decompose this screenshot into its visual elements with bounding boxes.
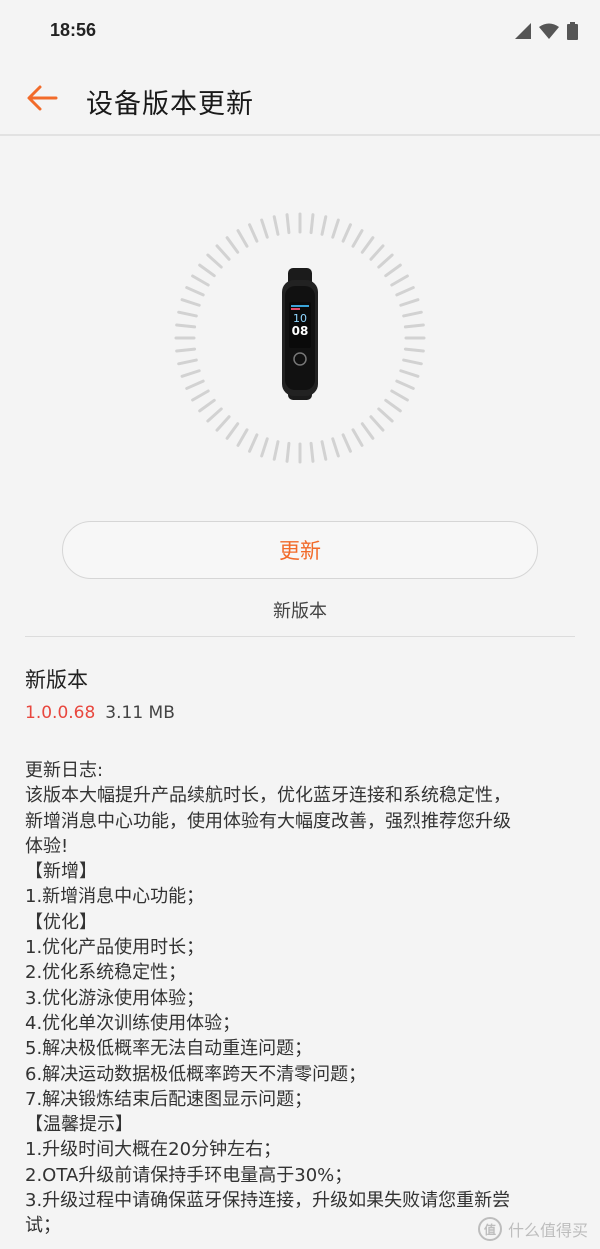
dial-tick (225, 422, 240, 440)
status-bar: 18:56 (0, 0, 600, 64)
dial-tick (180, 369, 201, 378)
back-button[interactable] (22, 78, 62, 118)
version-info: 1.0.0.68 3.11 MB (25, 703, 175, 723)
dial-tick (390, 274, 409, 287)
divider (25, 636, 575, 637)
dial-tick (403, 347, 425, 353)
dial-tick (185, 286, 205, 297)
dial-tick (309, 441, 315, 463)
device-progress-dial: 10 08 (170, 208, 430, 468)
dial-tick (402, 310, 423, 318)
dial-tick (320, 215, 328, 236)
status-time: 18:56 (50, 20, 97, 40)
dial-tick (384, 263, 402, 278)
changelog-line: 3.优化游泳使用体验； (25, 987, 205, 1009)
changelog-line: 新增消息中心功能，使用体验有大幅度改善，强烈推荐您升级 (25, 810, 511, 832)
dial-tick (248, 223, 259, 243)
changelog-line: 1.优化产品使用时长； (25, 937, 205, 959)
changelog-line: 更新日志: (25, 760, 104, 781)
dial-tick (369, 244, 385, 261)
page-title: 设备版本更新 (86, 89, 254, 120)
cellular-signal-icon (515, 23, 531, 39)
dial-tick (384, 398, 402, 413)
changelog-line: 【新增】 (25, 861, 97, 883)
watermark: 值 什么值得买 (477, 1217, 588, 1241)
package-size: 3.11 MB (105, 703, 175, 723)
dial-tick (198, 263, 216, 278)
dial-tick (215, 244, 231, 261)
dial-tick (206, 407, 223, 423)
dial-tick (175, 347, 197, 353)
dial-tick (285, 213, 291, 235)
dial-tick (236, 428, 249, 447)
dial-ticks: 10 08 (174, 212, 426, 464)
changelog-line: 1.升级时间大概在20分钟左右； (25, 1139, 282, 1161)
band-minute: 08 (292, 324, 309, 338)
changelog-line: 【温馨提示】 (25, 1114, 133, 1136)
dial-tick (399, 298, 420, 307)
dial-tick (260, 218, 269, 239)
dial-tick (320, 440, 328, 461)
changelog: 更新日志: 该版本大幅提升产品续航时长，优化蓝牙连接和系统稳定性， 新增消息中心… (25, 758, 577, 1239)
dial-tick (341, 433, 352, 453)
changelog-line: 该版本大幅提升产品续航时长，优化蓝牙连接和系统稳定性， (25, 785, 511, 807)
section-title: 新版本 (25, 668, 88, 692)
dial-tick (191, 274, 210, 287)
dial-tick (360, 422, 375, 440)
dial-tick (180, 298, 201, 307)
changelog-line: 2.优化系统稳定性； (25, 962, 187, 984)
dial-tick (351, 428, 364, 447)
changelog-line: 2.OTA升级前请保持手环电量高于30%； (25, 1164, 353, 1186)
dial-tick (377, 253, 394, 269)
dial-tick (331, 218, 340, 239)
dial-tick (185, 379, 205, 390)
dial-tick (360, 236, 375, 254)
dial-tick (225, 236, 240, 254)
dial-tick (272, 440, 280, 461)
dial-tick (390, 389, 409, 402)
dial-tick (175, 323, 197, 329)
dial-tick (377, 407, 394, 423)
changelog-line: 【优化】 (25, 911, 97, 933)
dial-tick (177, 310, 198, 318)
dial-tick (331, 437, 340, 458)
dial-tick (248, 433, 259, 453)
dial-tick (309, 213, 315, 235)
dial-tick (402, 358, 423, 366)
changelog-line: 5.解决极低概率无法自动重连问题； (25, 1038, 313, 1060)
dial-tick (399, 369, 420, 378)
version-caption: 新版本 (273, 601, 327, 622)
update-button[interactable]: 更新 (62, 521, 538, 579)
dial-tick (191, 389, 210, 402)
dial-tick (206, 253, 223, 269)
back-arrow-icon (27, 85, 58, 111)
dial-tick (177, 358, 198, 366)
fitness-band-icon: 10 08 (282, 268, 318, 400)
changelog-line: 1.新增消息中心功能； (25, 886, 205, 908)
changelog-line: 7.解决锻炼结束后配速图显示问题； (25, 1088, 313, 1110)
dial-tick (215, 415, 231, 432)
dial-tick (351, 229, 364, 248)
version-number: 1.0.0.68 (25, 703, 96, 723)
changelog-line: 6.解决运动数据极低概率跨天不清零问题； (25, 1063, 367, 1085)
dial-tick (369, 415, 385, 432)
dial-tick (272, 215, 280, 236)
dial-tick (395, 286, 415, 297)
dial-tick (285, 441, 291, 463)
dial-tick (341, 223, 352, 243)
status-icons (515, 22, 578, 40)
dial-tick (395, 379, 415, 390)
changelog-line: 4.优化单次训练使用体验； (25, 1012, 241, 1034)
dial-tick (260, 437, 269, 458)
watermark-text: 什么值得买 (507, 1221, 588, 1240)
wifi-icon (539, 23, 559, 39)
dial-tick (403, 323, 425, 329)
app-header: 设备版本更新 (0, 64, 600, 136)
dial-tick (198, 398, 216, 413)
watermark-badge: 值 (477, 1217, 502, 1241)
changelog-line: 体验! (25, 835, 69, 857)
changelog-line: 3.升级过程中请确保蓝牙保持连接，升级如果失败请您重新尝 (25, 1190, 511, 1212)
dial-tick (236, 229, 249, 248)
battery-icon (567, 22, 578, 40)
